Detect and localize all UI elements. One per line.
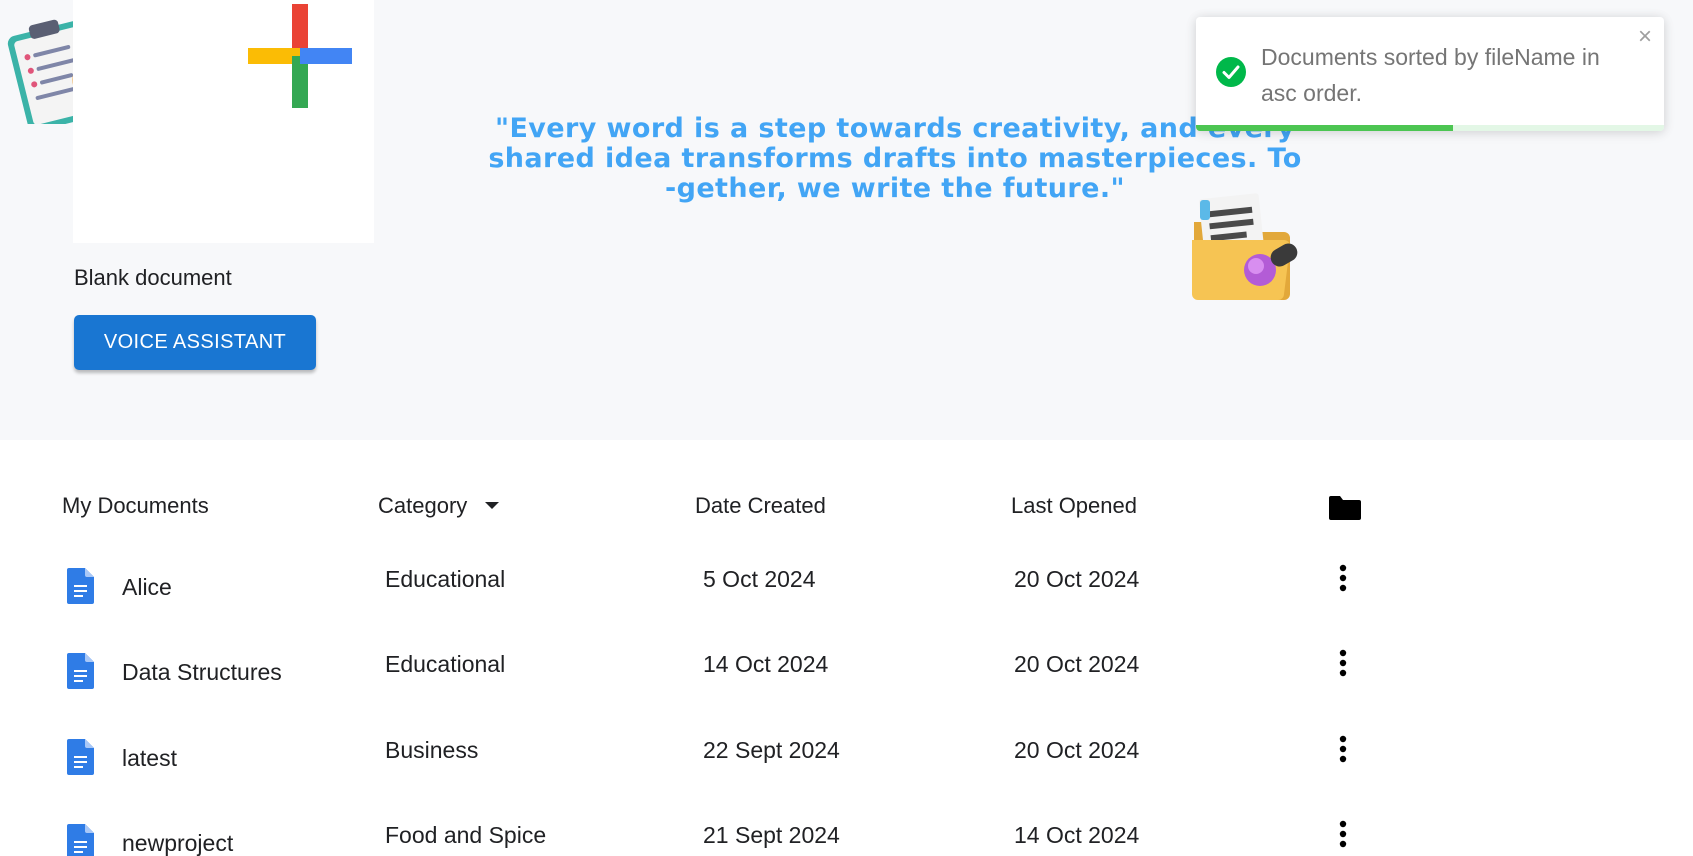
document-name[interactable]: Alice — [122, 574, 172, 601]
document-last-opened: 20 Oct 2024 — [1014, 651, 1140, 677]
document-name[interactable]: Data Structures — [122, 659, 282, 686]
blank-document-card[interactable] — [73, 0, 374, 243]
document-category: Food and Spice — [385, 822, 547, 848]
document-date-created: 21 Sept 2024 — [703, 822, 840, 848]
table-row[interactable]: newproject Food and Spice 21 Sept 2024 1… — [0, 808, 1693, 856]
more-vert-icon[interactable] — [1330, 733, 1356, 765]
document-icon — [67, 568, 94, 604]
folder-icon[interactable] — [1329, 496, 1361, 520]
column-header-date-created: Date Created — [695, 493, 826, 518]
document-last-opened: 20 Oct 2024 — [1014, 737, 1140, 763]
more-vert-icon[interactable] — [1330, 818, 1356, 850]
document-icon — [67, 739, 94, 775]
document-category: Educational — [385, 566, 506, 592]
table-row[interactable]: latest Business 22 Sept 2024 20 Oct 2024 — [0, 723, 1693, 803]
table-row[interactable]: Data Structures Educational 14 Oct 2024 … — [0, 637, 1693, 717]
document-category: Educational — [385, 651, 506, 677]
category-header-label: Category — [378, 493, 468, 518]
document-date-created: 5 Oct 2024 — [703, 566, 816, 592]
document-icon — [67, 824, 94, 856]
document-name[interactable]: latest — [122, 745, 177, 772]
more-vert-icon[interactable] — [1330, 562, 1356, 594]
caret-down-icon[interactable] — [485, 501, 500, 509]
document-icon — [67, 653, 94, 689]
more-vert-icon[interactable] — [1330, 647, 1356, 679]
document-last-opened: 20 Oct 2024 — [1014, 566, 1140, 592]
blank-document-label: Blank document — [74, 265, 232, 290]
sort-notification-toast: Documents sorted by fileName in asc orde… — [1196, 17, 1664, 131]
folder-microphone-illustration — [1192, 193, 1298, 300]
column-header-last-opened: Last Opened — [1011, 493, 1137, 518]
close-icon[interactable]: × — [1638, 25, 1652, 49]
quote-line: shared idea transforms drafts into maste… — [488, 143, 1302, 174]
column-header-my-documents: My Documents — [62, 493, 209, 518]
toast-message: Documents sorted by fileName in asc orde… — [1261, 44, 1600, 106]
check-circle-icon — [1216, 57, 1246, 87]
table-row[interactable]: Alice Educational 5 Oct 2024 20 Oct 2024 — [0, 552, 1693, 632]
voice-assistant-button[interactable]: VOICE ASSISTANT — [74, 315, 316, 370]
plus-icon — [248, 4, 352, 108]
document-date-created: 14 Oct 2024 — [703, 651, 829, 677]
document-name[interactable]: newproject — [122, 830, 233, 856]
column-header-category[interactable]: Category — [378, 493, 500, 519]
toast-progress-track — [1196, 125, 1664, 131]
toast-progress-bar — [1196, 125, 1454, 131]
document-category: Business — [385, 737, 479, 763]
document-date-created: 22 Sept 2024 — [703, 737, 840, 763]
document-last-opened: 14 Oct 2024 — [1014, 822, 1140, 848]
